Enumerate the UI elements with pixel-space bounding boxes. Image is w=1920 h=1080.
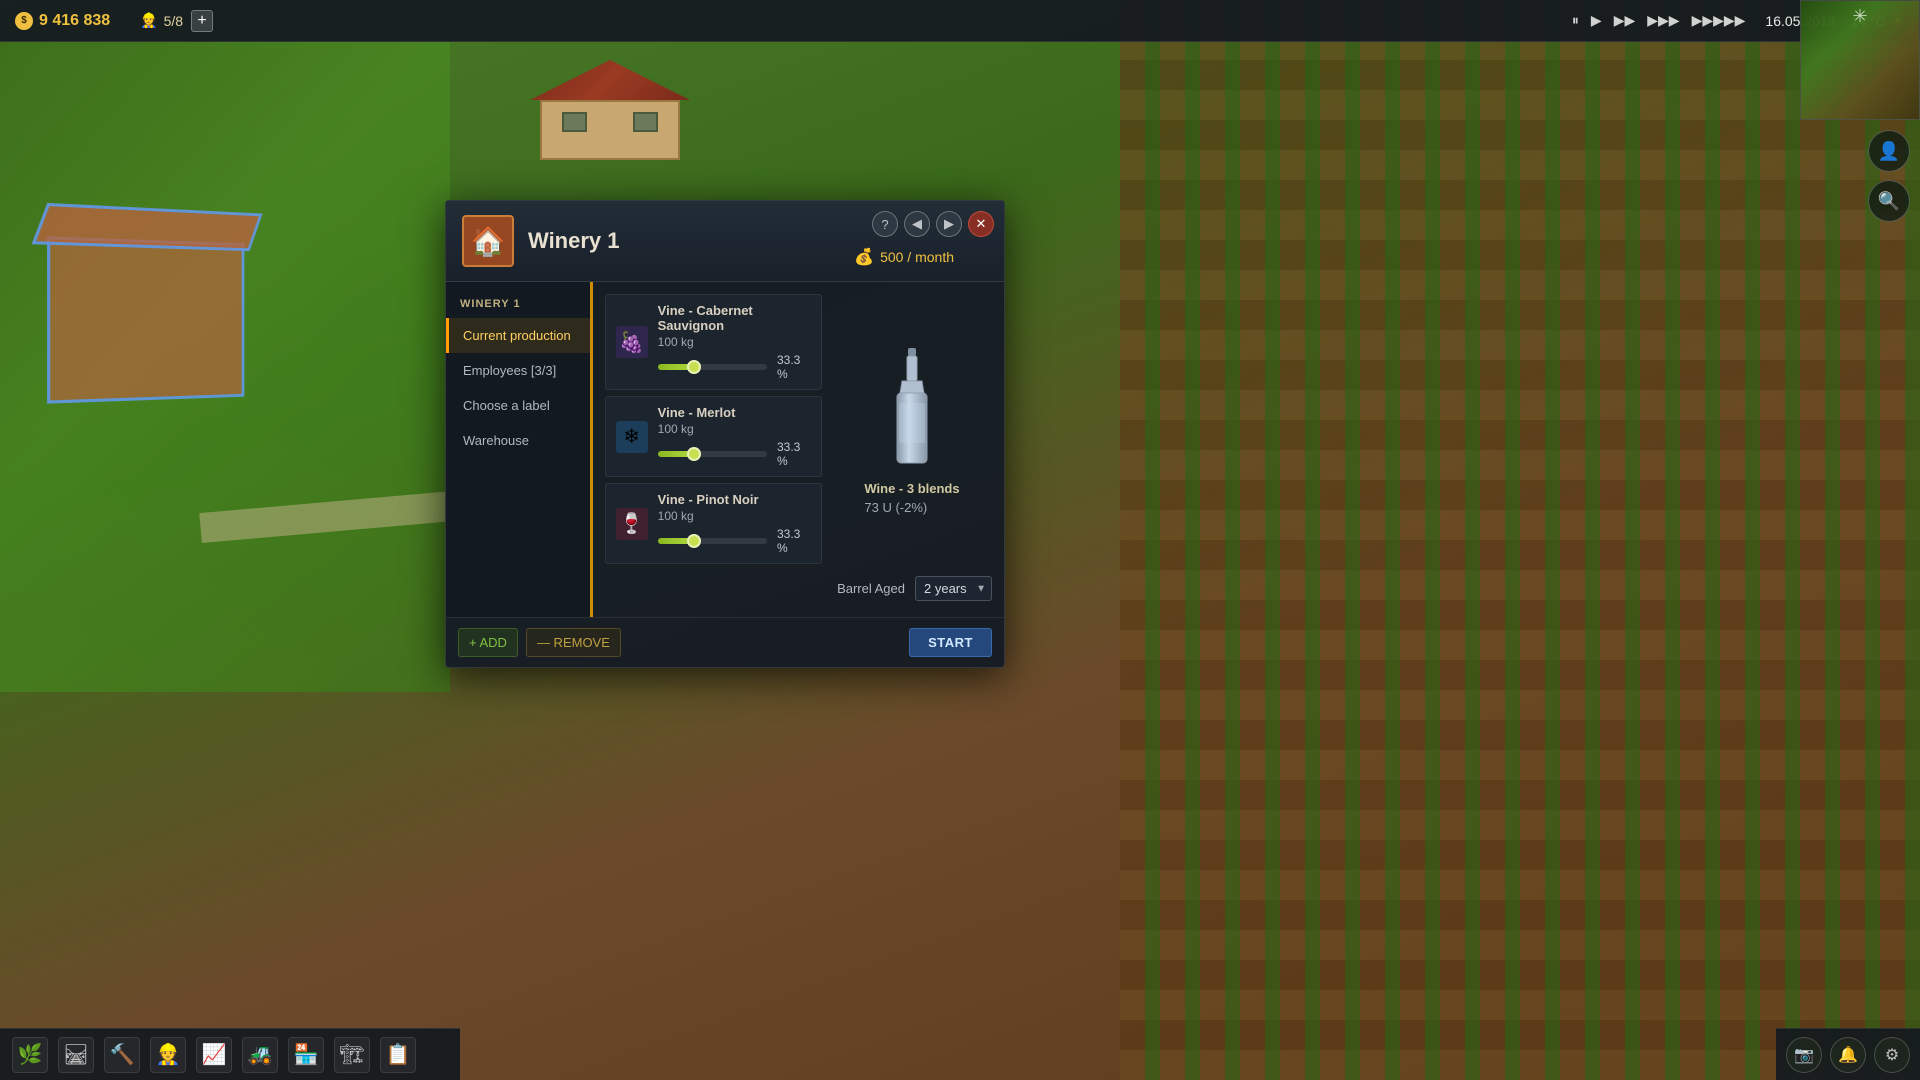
nav-item-employees[interactable]: Employees [3/3] bbox=[446, 353, 590, 388]
ingredient-amount: 100 kg bbox=[658, 335, 811, 349]
nav-item-choose-label[interactable]: Choose a label bbox=[446, 388, 590, 423]
nav-header: WINERY 1 bbox=[446, 290, 590, 318]
ingredient-info: Vine - Cabernet Sauvignon 100 kg 33.3 % bbox=[658, 303, 811, 381]
top-hud: $ 9 416 838 👷 5/8 + ⏸ ▶ ▶▶ ▶▶▶ ▶▶▶▶▶ 16.… bbox=[0, 0, 1920, 42]
barrel-select-wrapper: 1 year 2 years 3 years 4 years 5 years bbox=[915, 576, 992, 601]
shop-tool-button[interactable]: 🏪 bbox=[288, 1037, 324, 1073]
wine-output-name: Wine - 3 blends bbox=[864, 481, 959, 496]
ingredient-amount: 100 kg bbox=[658, 422, 811, 436]
slider-thumb bbox=[687, 534, 701, 548]
vehicle-tool-button[interactable]: 🚜 bbox=[242, 1037, 278, 1073]
slider-thumb bbox=[687, 360, 701, 374]
worker-icon: 👷 bbox=[140, 12, 157, 29]
blue-outline-building bbox=[50, 240, 280, 440]
ingredients-list: 🍇 Vine - Cabernet Sauvignon 100 kg 33.3 … bbox=[605, 294, 822, 564]
slider-row: 33.3 % bbox=[658, 527, 811, 555]
barrel-aged-select[interactable]: 1 year 2 years 3 years 4 years 5 years bbox=[915, 576, 992, 601]
wine-output-value: 73 U (-2%) bbox=[864, 500, 959, 515]
ingredient-row: ❄ Vine - Merlot 100 kg 33.3 % bbox=[605, 396, 822, 477]
nav-item-current-production[interactable]: Current production bbox=[446, 318, 590, 353]
slider-row: 33.3 % bbox=[658, 353, 811, 381]
settings-button[interactable]: ⚙ bbox=[1874, 1037, 1910, 1073]
barrel-row: Barrel Aged 1 year 2 years 3 years 4 yea… bbox=[605, 572, 992, 605]
add-worker-button[interactable]: + bbox=[191, 10, 213, 32]
production-area: 🍇 Vine - Cabernet Sauvignon 100 kg 33.3 … bbox=[605, 294, 992, 564]
ingredient-slider[interactable] bbox=[658, 451, 767, 457]
ingredient-amount: 100 kg bbox=[658, 509, 811, 523]
add-ingredient-button[interactable]: + ADD bbox=[458, 628, 518, 657]
help-button[interactable]: ? bbox=[872, 211, 898, 237]
ingredient-row: 🍷 Vine - Pinot Noir 100 kg 33.3 % bbox=[605, 483, 822, 564]
output-panel: Wine - 3 blends 73 U (-2%) bbox=[832, 294, 992, 564]
dialog-header: 🏠 Winery 1 ? ◀ ▶ ✕ 💰 500 / month bbox=[446, 201, 1004, 282]
report-tool-button[interactable]: 📋 bbox=[380, 1037, 416, 1073]
ingredient-pct: 33.3 % bbox=[777, 440, 811, 468]
pinot-icon: 🍷 bbox=[616, 508, 648, 540]
slider-thumb bbox=[687, 447, 701, 461]
dialog-body: WINERY 1 Current production Employees [3… bbox=[446, 282, 1004, 617]
close-button[interactable]: ✕ bbox=[968, 211, 994, 237]
bottom-right-toolbar: 📷 🔔 ⚙ bbox=[1776, 1028, 1920, 1080]
farm-building bbox=[530, 60, 690, 160]
monthly-cost: 💰 500 / month bbox=[854, 247, 954, 267]
ingredient-pct: 33.3 % bbox=[777, 353, 811, 381]
nav-next-button[interactable]: ▶ bbox=[936, 211, 962, 237]
time-controls: ⏸ ▶ ▶▶ ▶▶▶ ▶▶▶▶▶ bbox=[1572, 12, 1745, 29]
money-display: $ 9 416 838 bbox=[15, 12, 110, 30]
merlot-icon: ❄ bbox=[616, 421, 648, 453]
person-icon-btn[interactable]: 👤 bbox=[1868, 130, 1910, 172]
ingredient-pct: 33.3 % bbox=[777, 527, 811, 555]
ingredient-info: Vine - Merlot 100 kg 33.3 % bbox=[658, 405, 811, 468]
footer-buttons-left: + ADD — REMOVE bbox=[458, 628, 621, 657]
wine-info: Wine - 3 blends 73 U (-2%) bbox=[864, 481, 959, 515]
pause-button[interactable]: ⏸ bbox=[1572, 12, 1579, 29]
dialog-content: 🍇 Vine - Cabernet Sauvignon 100 kg 33.3 … bbox=[593, 282, 1004, 617]
road-tool-button[interactable]: 🛤 bbox=[58, 1037, 94, 1073]
ingredient-info: Vine - Pinot Noir 100 kg 33.3 % bbox=[658, 492, 811, 555]
ingredient-slider[interactable] bbox=[658, 364, 767, 370]
workers-display: 👷 5/8 bbox=[140, 12, 183, 29]
nav-item-warehouse[interactable]: Warehouse bbox=[446, 423, 590, 458]
start-button[interactable]: START bbox=[909, 628, 992, 657]
barrel-aged-label: Barrel Aged bbox=[837, 581, 905, 596]
minimap[interactable]: ✳ bbox=[1800, 0, 1920, 120]
dialog-controls: ? ◀ ▶ ✕ bbox=[872, 211, 994, 237]
compass-icon: ✳ bbox=[1852, 6, 1867, 27]
winery-dialog: 🏠 Winery 1 ? ◀ ▶ ✕ 💰 500 / month WINERY … bbox=[445, 200, 1005, 668]
slider-row: 33.3 % bbox=[658, 440, 811, 468]
fast-button[interactable]: ▶▶ bbox=[1614, 12, 1636, 29]
silo-tool-button[interactable]: 🏗 bbox=[334, 1037, 370, 1073]
ingredient-slider[interactable] bbox=[658, 538, 767, 544]
worker-tool-button[interactable]: 👷 bbox=[150, 1037, 186, 1073]
play-button[interactable]: ▶ bbox=[1591, 12, 1602, 29]
fastest-button[interactable]: ▶▶▶▶▶ bbox=[1692, 12, 1746, 29]
wine-bottle-icon bbox=[887, 343, 937, 473]
chart-tool-button[interactable]: 📈 bbox=[196, 1037, 232, 1073]
build-tool-button[interactable]: 🔨 bbox=[104, 1037, 140, 1073]
dialog-nav: WINERY 1 Current production Employees [3… bbox=[446, 282, 593, 617]
money-amount: 9 416 838 bbox=[39, 12, 110, 30]
ingredient-name: Vine - Pinot Noir bbox=[658, 492, 811, 507]
building-icon: 🏠 bbox=[462, 215, 514, 267]
vine-strips bbox=[1120, 0, 1920, 1080]
terrain-tool-button[interactable]: 🌿 bbox=[12, 1037, 48, 1073]
screenshot-button[interactable]: 📷 bbox=[1786, 1037, 1822, 1073]
ingredient-name: Vine - Cabernet Sauvignon bbox=[658, 303, 811, 333]
right-toolbar: 👤 🔍 bbox=[1868, 130, 1910, 222]
cabernet-icon: 🍇 bbox=[616, 326, 648, 358]
dialog-title: Winery 1 bbox=[528, 228, 620, 254]
worker-count: 5/8 bbox=[164, 13, 183, 29]
ingredient-row: 🍇 Vine - Cabernet Sauvignon 100 kg 33.3 … bbox=[605, 294, 822, 390]
notification-button[interactable]: 🔔 bbox=[1830, 1037, 1866, 1073]
remove-ingredient-button[interactable]: — REMOVE bbox=[526, 628, 621, 657]
faster-button[interactable]: ▶▶▶ bbox=[1647, 12, 1679, 29]
zoom-icon-btn[interactable]: 🔍 bbox=[1868, 180, 1910, 222]
ingredient-name: Vine - Merlot bbox=[658, 405, 811, 420]
bottom-toolbar: 🌿 🛤 🔨 👷 📈 🚜 🏪 🏗 📋 bbox=[0, 1028, 460, 1080]
dialog-footer: + ADD — REMOVE START bbox=[446, 617, 1004, 667]
coin-icon: $ bbox=[15, 12, 33, 30]
nav-prev-button[interactable]: ◀ bbox=[904, 211, 930, 237]
